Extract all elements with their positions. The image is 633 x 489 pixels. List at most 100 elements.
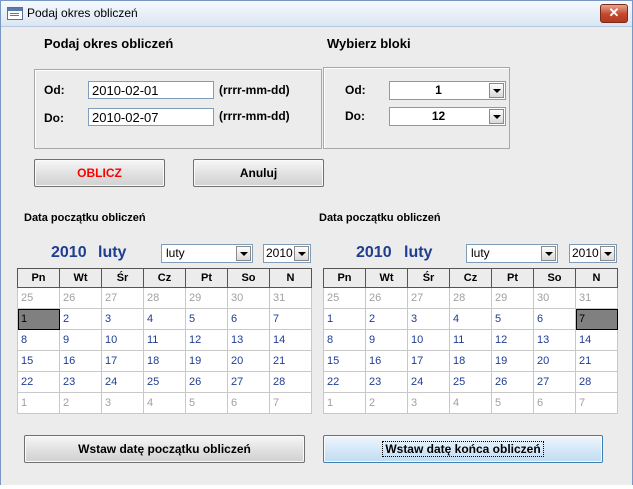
- calendar-day[interactable]: 5: [185, 308, 228, 330]
- calendar-day-other-month[interactable]: 5: [185, 392, 228, 414]
- chevron-down-icon[interactable]: [489, 83, 504, 98]
- calendar-day[interactable]: 26: [491, 371, 534, 393]
- calendar-day[interactable]: 25: [449, 371, 492, 393]
- chevron-down-icon[interactable]: [294, 246, 309, 261]
- calendar-day-other-month[interactable]: 30: [227, 287, 270, 309]
- calendar-day-other-month[interactable]: 2: [365, 392, 408, 414]
- calendar-day[interactable]: 18: [449, 350, 492, 372]
- calendar-day[interactable]: 2: [365, 308, 408, 330]
- calendar-day[interactable]: 17: [407, 350, 450, 372]
- calendar-day[interactable]: 4: [143, 308, 186, 330]
- calendar-day[interactable]: 4: [449, 308, 492, 330]
- calendar-day-other-month[interactable]: 29: [185, 287, 228, 309]
- calendar-day-other-month[interactable]: 2: [59, 392, 102, 414]
- calendar-day[interactable]: 22: [323, 371, 366, 393]
- calendar-day[interactable]: 6: [227, 308, 270, 330]
- calendar-day[interactable]: 17: [101, 350, 144, 372]
- insert-start-date-button[interactable]: Wstaw datę początku obliczeń: [24, 435, 305, 463]
- calendar-day-other-month[interactable]: 1: [323, 392, 366, 414]
- calendar-day[interactable]: 28: [269, 371, 312, 393]
- blocks-from-select[interactable]: 1: [389, 81, 506, 100]
- calendar-day[interactable]: 16: [365, 350, 408, 372]
- chevron-down-icon[interactable]: [489, 109, 504, 124]
- calendar-day[interactable]: 24: [101, 371, 144, 393]
- calendar-day-other-month[interactable]: 31: [269, 287, 312, 309]
- calendar-day[interactable]: 13: [227, 329, 270, 351]
- calculate-button[interactable]: OBLICZ: [34, 159, 165, 187]
- calendar-day[interactable]: 3: [101, 308, 144, 330]
- calendar-day-other-month[interactable]: 3: [101, 392, 144, 414]
- calendar-day[interactable]: 1: [17, 308, 60, 330]
- calendar-day-other-month[interactable]: 29: [491, 287, 534, 309]
- calendar-day-other-month[interactable]: 7: [575, 392, 618, 414]
- calendar-day[interactable]: 5: [491, 308, 534, 330]
- calendar-day-other-month[interactable]: 6: [227, 392, 270, 414]
- start-calendar-month-select[interactable]: luty: [161, 244, 253, 263]
- calendar-day-other-month[interactable]: 27: [101, 287, 144, 309]
- calendar-day[interactable]: 8: [17, 329, 60, 351]
- calendar-day[interactable]: 25: [143, 371, 186, 393]
- calendar-day-other-month[interactable]: 28: [449, 287, 492, 309]
- insert-end-date-button[interactable]: Wstaw datę końca obliczeń: [323, 435, 603, 463]
- calendar-day-other-month[interactable]: 25: [323, 287, 366, 309]
- calendar-day-other-month[interactable]: 7: [269, 392, 312, 414]
- end-calendar-year-select[interactable]: 2010: [569, 244, 617, 263]
- calendar-day-other-month[interactable]: 26: [365, 287, 408, 309]
- calendar-day-other-month[interactable]: 30: [533, 287, 576, 309]
- calendar-day[interactable]: 28: [575, 371, 618, 393]
- start-calendar-year-select[interactable]: 2010: [263, 244, 311, 263]
- blocks-to-select[interactable]: 12: [389, 107, 506, 126]
- chevron-down-icon[interactable]: [541, 246, 556, 261]
- calendar-day[interactable]: 21: [269, 350, 312, 372]
- calendar-day[interactable]: 27: [533, 371, 576, 393]
- title-bar[interactable]: Podaj okres obliczeń ✕: [1, 1, 632, 27]
- calendar-day[interactable]: 10: [101, 329, 144, 351]
- calendar-day[interactable]: 19: [185, 350, 228, 372]
- calendar-day[interactable]: 20: [533, 350, 576, 372]
- calendar-day-other-month[interactable]: 28: [143, 287, 186, 309]
- calendar-day-other-month[interactable]: 3: [407, 392, 450, 414]
- calendar-day[interactable]: 15: [17, 350, 60, 372]
- calendar-day[interactable]: 26: [185, 371, 228, 393]
- calendar-day[interactable]: 21: [575, 350, 618, 372]
- calendar-day[interactable]: 3: [407, 308, 450, 330]
- calendar-day-other-month[interactable]: 27: [407, 287, 450, 309]
- calendar-day[interactable]: 7: [575, 308, 618, 330]
- calendar-day[interactable]: 11: [143, 329, 186, 351]
- calendar-day[interactable]: 2: [59, 308, 102, 330]
- calendar-day[interactable]: 24: [407, 371, 450, 393]
- calendar-day[interactable]: 7: [269, 308, 312, 330]
- calendar-day[interactable]: 11: [449, 329, 492, 351]
- calendar-day[interactable]: 12: [491, 329, 534, 351]
- calendar-day-other-month[interactable]: 1: [17, 392, 60, 414]
- calendar-day[interactable]: 19: [491, 350, 534, 372]
- calendar-day[interactable]: 16: [59, 350, 102, 372]
- calendar-day-other-month[interactable]: 4: [143, 392, 186, 414]
- calendar-day-other-month[interactable]: 25: [17, 287, 60, 309]
- chevron-down-icon[interactable]: [236, 246, 251, 261]
- period-to-input[interactable]: 2010-02-07: [88, 108, 214, 126]
- close-button[interactable]: ✕: [600, 4, 628, 23]
- calendar-day[interactable]: 9: [59, 329, 102, 351]
- calendar-day[interactable]: 23: [59, 371, 102, 393]
- calendar-day-other-month[interactable]: 5: [491, 392, 534, 414]
- calendar-day[interactable]: 14: [269, 329, 312, 351]
- chevron-down-icon[interactable]: [600, 246, 615, 261]
- calendar-day[interactable]: 22: [17, 371, 60, 393]
- calendar-day[interactable]: 8: [323, 329, 366, 351]
- cancel-button[interactable]: Anuluj: [193, 159, 324, 187]
- calendar-day-other-month[interactable]: 4: [449, 392, 492, 414]
- calendar-day[interactable]: 1: [323, 308, 366, 330]
- calendar-day[interactable]: 18: [143, 350, 186, 372]
- calendar-day[interactable]: 23: [365, 371, 408, 393]
- calendar-day[interactable]: 13: [533, 329, 576, 351]
- calendar-day-other-month[interactable]: 26: [59, 287, 102, 309]
- calendar-day[interactable]: 9: [365, 329, 408, 351]
- calendar-day-other-month[interactable]: 31: [575, 287, 618, 309]
- period-from-input[interactable]: 2010-02-01: [88, 81, 214, 99]
- calendar-day[interactable]: 27: [227, 371, 270, 393]
- end-calendar-month-select[interactable]: luty: [466, 244, 558, 263]
- calendar-day[interactable]: 20: [227, 350, 270, 372]
- calendar-day[interactable]: 6: [533, 308, 576, 330]
- calendar-day[interactable]: 12: [185, 329, 228, 351]
